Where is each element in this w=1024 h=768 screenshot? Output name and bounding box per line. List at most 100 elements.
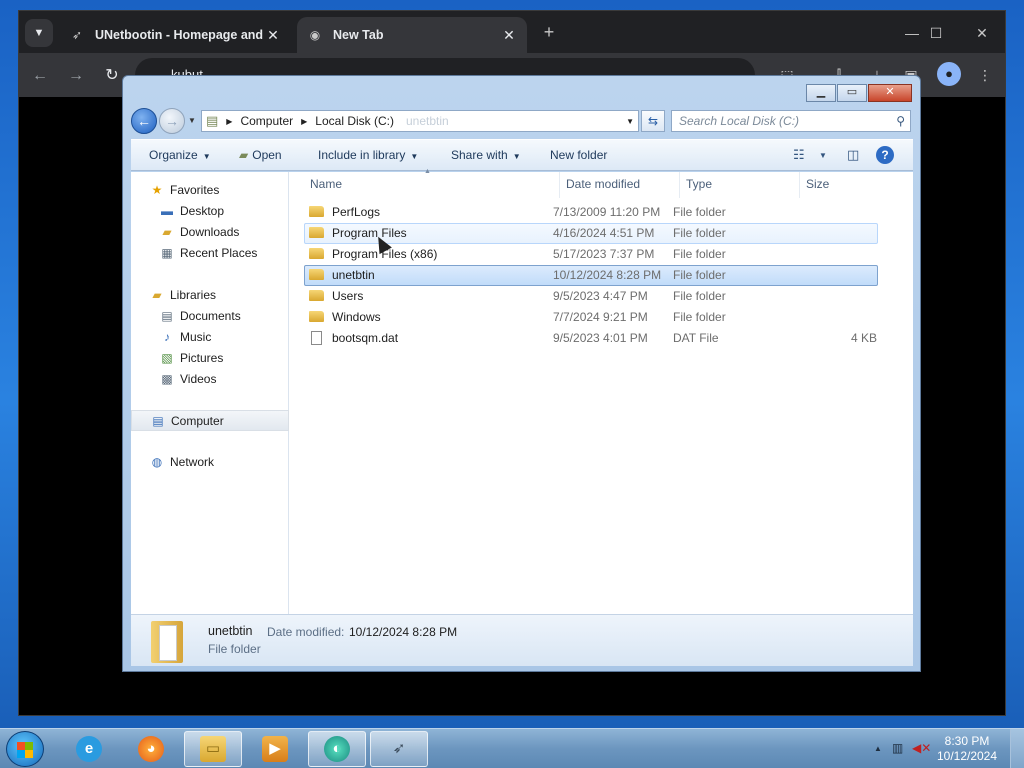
volume-muted-icon[interactable]: ◀✕ [912,741,931,755]
nav-network[interactable]: ◍ Network [131,452,289,473]
nav-pictures[interactable]: ▧ Pictures [131,348,289,369]
pictures-icon: ▧ [161,351,173,365]
column-header-name[interactable]: Name [304,172,560,198]
close-window-button[interactable]: ✕ [961,19,1003,47]
folder-icon [309,248,324,259]
clock-time: 8:30 PM [944,734,990,748]
recent-places-icon: ▦ [161,246,173,260]
taskbar-firefox[interactable]: ◕ [122,731,180,767]
nav-music[interactable]: ♪ Music [131,327,289,348]
chevron-right-icon[interactable]: ▶ [226,117,232,126]
back-arrow-icon[interactable]: ← [131,108,157,134]
forward-arrow-icon[interactable]: → [159,108,185,134]
browser-tab-unetbootin[interactable]: ➶ UNetbootin - Homepage and D ✕ [59,17,291,53]
file-row-users[interactable]: Users 9/5/2023 4:47 PM File folder [304,286,878,307]
file-row-windows[interactable]: Windows 7/7/2024 9:21 PM File folder [304,307,878,328]
folder-icon: ▭ [200,736,226,762]
nav-computer[interactable]: ▤ Computer [131,410,289,431]
folder-icon [309,269,324,280]
folder-icon [309,206,324,217]
chevron-right-icon[interactable]: ▶ [301,117,307,126]
network-icon[interactable]: ▥ [892,741,903,755]
show-desktop-button[interactable] [1010,729,1024,768]
close-button[interactable]: ✕ [868,84,912,102]
address-bar[interactable]: ▤ ▶ Computer ▶ Local Disk (C:) unetbtin … [201,110,639,132]
nav-favorites[interactable]: ★ Favorites [131,180,289,201]
star-icon: ★ [151,183,163,197]
details-type: File folder [208,642,261,656]
chevron-down-icon: ▼ [33,27,45,39]
file-row-bootsqm-dat[interactable]: bootsqm.dat 9/5/2023 4:01 PM DAT File 4 … [304,328,878,349]
nav-libraries[interactable]: ▰ Libraries [131,285,289,306]
minimize-button[interactable]: ▁ [806,84,836,102]
menu-dots-icon[interactable]: ⋮ [973,63,997,87]
network-icon: ◍ [151,455,163,469]
taskbar-chrome[interactable]: ◐ [308,731,366,767]
start-button[interactable] [6,731,44,767]
browser-tab-strip: ▼ ➶ UNetbootin - Homepage and D ✕ ◉ New … [19,11,1005,53]
new-tab-button[interactable]: + [537,21,561,45]
explorer-window: ▁ ▭ ✕ ← → ▼ ▤ ▶ Computer ▶ Local Disk (C… [122,75,921,672]
help-icon[interactable]: ? [876,146,894,164]
taskbar: e ◕ ▭ ▶ ◐ ➶ ▲ ▥ ◀✕ 8:30 PM 10/12/2024 [0,728,1024,768]
documents-icon: ▤ [161,309,173,323]
tab-title: New Tab [333,28,384,42]
include-in-library-button[interactable]: Include in library ▼ [318,148,418,162]
change-view-icon[interactable]: ☷ [793,147,805,163]
show-hidden-icons-icon[interactable]: ▲ [874,744,882,753]
nav-desktop[interactable]: ▬ Desktop [131,201,289,222]
new-folder-button[interactable]: New folder [550,148,607,162]
folder-open-icon: ▰ [239,148,249,162]
column-header-date[interactable]: Date modified [560,172,680,198]
computer-icon: ▤ [206,113,219,128]
internet-explorer-icon: e [76,736,102,762]
maximize-button[interactable]: ▭ [837,84,867,102]
nav-videos[interactable]: ▩ Videos [131,369,289,390]
address-ghost-text: unetbtin [405,114,449,128]
taskbar-internet-explorer[interactable]: e [60,731,118,767]
downloads-folder-icon: ▰ [162,225,172,239]
nav-downloads[interactable]: ▰ Downloads [131,222,289,243]
view-options-dropdown-icon[interactable]: ▼ [819,151,827,160]
windows-logo-icon [17,742,33,758]
search-input[interactable]: Search Local Disk (C:) ⚲ [671,110,911,132]
videos-icon: ▩ [161,372,173,386]
maximize-button[interactable]: ☐ [915,19,957,47]
breadcrumb-local-disk[interactable]: Local Disk (C:) [315,114,394,128]
open-button[interactable]: ▰ Open [239,148,282,162]
file-icon [311,331,322,345]
share-with-button[interactable]: Share with ▼ [451,148,521,162]
globe-icon: ◉ [309,28,321,42]
column-header-size[interactable]: Size [800,172,880,198]
refresh-icon[interactable]: ⇆ [641,110,665,132]
taskbar-media-player[interactable]: ▶ [246,731,304,767]
nav-recent-places[interactable]: ▦ Recent Places [131,243,289,264]
music-icon: ♪ [164,330,170,344]
chevron-down-icon: ▼ [512,152,521,161]
clock[interactable]: 8:30 PM 10/12/2024 [932,734,1002,764]
taskbar-explorer[interactable]: ▭ [184,731,242,767]
file-row-perflogs[interactable]: PerfLogs 7/13/2009 11:20 PM File folder [304,202,878,223]
recent-pages-dropdown-icon[interactable]: ▼ [188,116,196,125]
tab-search-button[interactable]: ▼ [25,19,53,47]
address-dropdown-icon[interactable]: ▼ [626,117,634,126]
breadcrumb-computer[interactable]: Computer [240,114,293,128]
browser-tab-new-tab[interactable]: ◉ New Tab ✕ [297,17,527,53]
folder-icon [309,290,324,301]
column-header-type[interactable]: Type [680,172,800,198]
back-arrow-icon[interactable]: ← [27,63,53,89]
profile-avatar-icon[interactable]: ● [937,62,961,86]
file-row-program-files[interactable]: Program Files 4/16/2024 4:51 PM File fol… [304,223,878,244]
close-icon[interactable]: ✕ [265,27,281,44]
taskbar-unetbootin[interactable]: ➶ [370,731,428,767]
rocket-icon: ➶ [392,740,406,757]
organize-button[interactable]: Organize ▼ [149,148,211,162]
preview-pane-icon[interactable]: ◫ [847,147,859,163]
nav-documents[interactable]: ▤ Documents [131,306,289,327]
forward-arrow-icon[interactable]: → [63,63,89,89]
system-tray: ▲ ▥ ◀✕ 8:30 PM 10/12/2024 [864,729,1024,768]
chevron-down-icon: ▼ [202,152,211,161]
navigation-row: ← → ▼ ▤ ▶ Computer ▶ Local Disk (C:) une… [131,106,913,134]
file-row-unetbtin[interactable]: unetbtin 10/12/2024 8:28 PM File folder [304,265,878,286]
close-icon[interactable]: ✕ [501,27,517,44]
